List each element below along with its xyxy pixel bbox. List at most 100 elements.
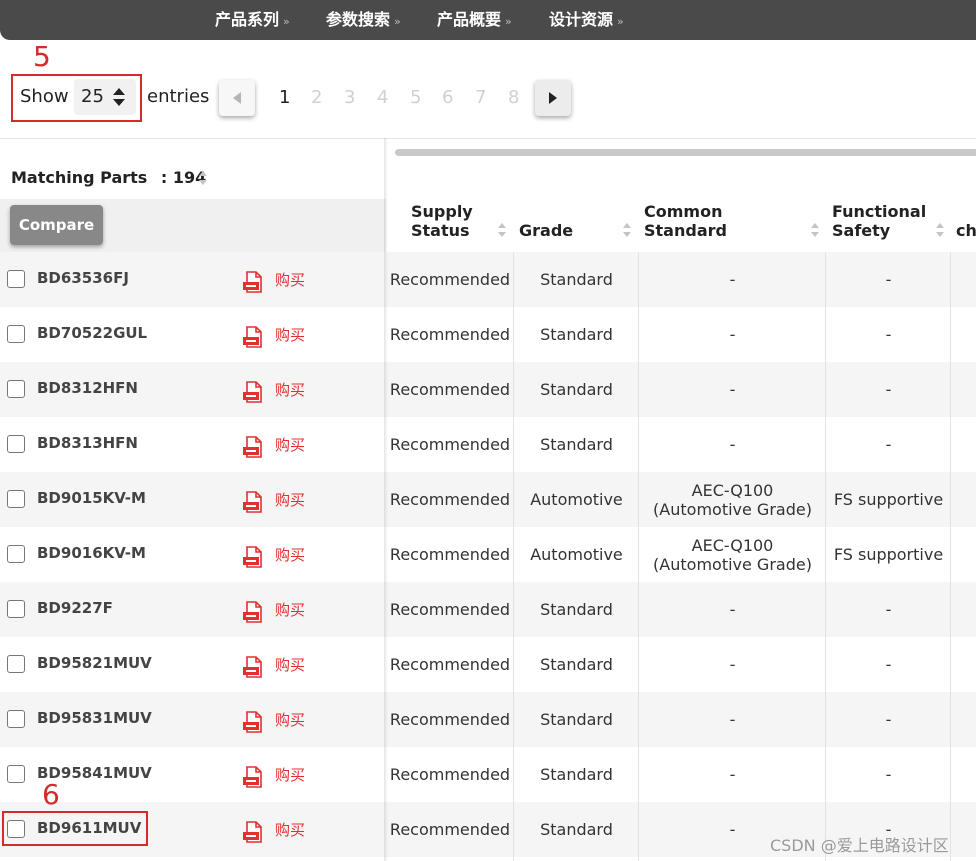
common-standard-cell: -: [640, 692, 825, 747]
column-header-grade[interactable]: Grade: [519, 221, 573, 240]
row-checkbox[interactable]: [7, 765, 25, 783]
row-checkbox[interactable]: [7, 270, 25, 288]
page-2[interactable]: 2: [311, 87, 322, 108]
column-header-line: Status: [411, 221, 470, 240]
column-header-next[interactable]: ch: [956, 221, 976, 240]
buy-link[interactable]: 购买: [275, 764, 305, 785]
page-8[interactable]: 8: [508, 87, 519, 108]
common-standard-line: (Automotive Grade): [653, 499, 812, 519]
buy-link[interactable]: 购买: [275, 489, 305, 510]
page-1[interactable]: 1: [279, 87, 290, 108]
part-number-link[interactable]: BD9015KV-M: [37, 489, 146, 507]
sort-icon[interactable]: [497, 221, 507, 239]
nav-item-product-series[interactable]: 产品系列»: [215, 0, 290, 40]
buy-link[interactable]: 购买: [275, 379, 305, 400]
supply-status-cell: Recommended: [389, 600, 511, 619]
toolbar-divider: [0, 138, 976, 139]
row-checkbox[interactable]: [7, 435, 25, 453]
frozen-column-shadow: [384, 138, 388, 861]
pdf-icon[interactable]: [242, 271, 264, 293]
common-standard-lines: -: [730, 600, 736, 619]
table-row: BD8312HFN 购买 Recommended Standard - -: [0, 362, 976, 417]
double-chevron-down-icon: »: [394, 15, 401, 28]
buy-link[interactable]: 购买: [275, 324, 305, 345]
part-number-link[interactable]: BD95821MUV: [37, 654, 152, 672]
entries-select[interactable]: 25: [74, 79, 136, 115]
part-number-link[interactable]: BD63536FJ: [37, 269, 129, 287]
pdf-icon[interactable]: [242, 711, 264, 733]
matching-parts-header[interactable]: Matching Parts : 194: [11, 168, 206, 187]
page-3[interactable]: 3: [344, 87, 355, 108]
page-5[interactable]: 5: [410, 87, 421, 108]
pdf-icon[interactable]: [242, 546, 264, 568]
buy-link[interactable]: 购买: [275, 819, 305, 840]
sort-icon[interactable]: [622, 221, 632, 239]
common-standard-cell: AEC-Q100 (Automotive Grade): [640, 527, 825, 582]
table-row: BD63536FJ 购买 Recommended Standard - -: [0, 252, 976, 307]
part-number-link[interactable]: BD70522GUL: [37, 324, 147, 342]
page-4[interactable]: 4: [377, 87, 388, 108]
table-row: BD95821MUV 购买 Recommended Standard - -: [0, 637, 976, 692]
column-header-functional-safety[interactable]: Functional Safety: [832, 202, 926, 240]
sort-icon[interactable]: [198, 169, 208, 187]
common-standard-cell: -: [640, 637, 825, 692]
horizontal-scrollbar[interactable]: [395, 149, 976, 156]
supply-status-cell: Recommended: [389, 325, 511, 344]
column-header-line: Safety: [832, 221, 891, 240]
row-checkbox[interactable]: [7, 655, 25, 673]
prev-page-button[interactable]: [219, 80, 255, 116]
part-number-link[interactable]: BD9016KV-M: [37, 544, 146, 562]
next-page-button[interactable]: [535, 80, 571, 116]
buy-link[interactable]: 购买: [275, 544, 305, 565]
buy-link[interactable]: 购买: [275, 599, 305, 620]
row-checkbox[interactable]: [7, 490, 25, 508]
row-checkbox[interactable]: [7, 545, 25, 563]
nav-item-param-search[interactable]: 参数搜索»: [326, 0, 401, 40]
page-7[interactable]: 7: [475, 87, 486, 108]
sort-icon[interactable]: [935, 221, 945, 239]
entries-select-value: 25: [81, 86, 104, 107]
page-6[interactable]: 6: [442, 87, 453, 108]
row-checkbox[interactable]: [7, 380, 25, 398]
table-row: BD70522GUL 购买 Recommended Standard - -: [0, 307, 976, 362]
grade-cell: Standard: [540, 325, 613, 344]
buy-link[interactable]: 购买: [275, 654, 305, 675]
common-standard-line: -: [729, 325, 736, 344]
pdf-icon[interactable]: [242, 656, 264, 678]
nav-item-design-resources[interactable]: 设计资源»: [549, 0, 624, 40]
buy-link[interactable]: 购买: [275, 269, 305, 290]
pdf-icon[interactable]: [242, 436, 264, 458]
pdf-icon[interactable]: [242, 381, 264, 403]
buy-link[interactable]: 购买: [275, 709, 305, 730]
compare-button[interactable]: Compare: [10, 205, 103, 245]
show-label: Show: [20, 86, 69, 107]
functional-safety-cell: -: [885, 270, 892, 289]
common-standard-lines: -: [730, 710, 736, 729]
pdf-icon[interactable]: [242, 821, 264, 843]
row-checkbox[interactable]: [7, 325, 25, 343]
part-number-link[interactable]: BD8313HFN: [37, 434, 138, 452]
common-standard-cell: -: [640, 307, 825, 362]
select-arrows-icon: [113, 88, 125, 106]
supply-status-cell: Recommended: [389, 435, 511, 454]
pdf-icon[interactable]: [242, 326, 264, 348]
common-standard-lines: -: [730, 820, 736, 839]
functional-safety-cell: -: [885, 435, 892, 454]
part-number-link[interactable]: BD9227F: [37, 599, 113, 617]
pdf-icon[interactable]: [242, 491, 264, 513]
row-checkbox[interactable]: [7, 600, 25, 618]
common-standard-cell: -: [640, 417, 825, 472]
buy-link[interactable]: 购买: [275, 434, 305, 455]
row-checkbox[interactable]: [7, 710, 25, 728]
column-header-supply-status[interactable]: Supply Status: [411, 202, 473, 240]
common-standard-line: -: [729, 380, 736, 399]
pdf-icon[interactable]: [242, 766, 264, 788]
nav-item-product-overview[interactable]: 产品概要»: [437, 0, 512, 40]
part-number-link[interactable]: BD8312HFN: [37, 379, 138, 397]
common-standard-lines: -: [730, 435, 736, 454]
part-number-link[interactable]: BD95831MUV: [37, 709, 152, 727]
column-header-common-standard[interactable]: Common Standard: [644, 202, 727, 240]
supply-status-cell: Recommended: [389, 490, 511, 509]
sort-icon[interactable]: [810, 221, 820, 239]
pdf-icon[interactable]: [242, 601, 264, 623]
